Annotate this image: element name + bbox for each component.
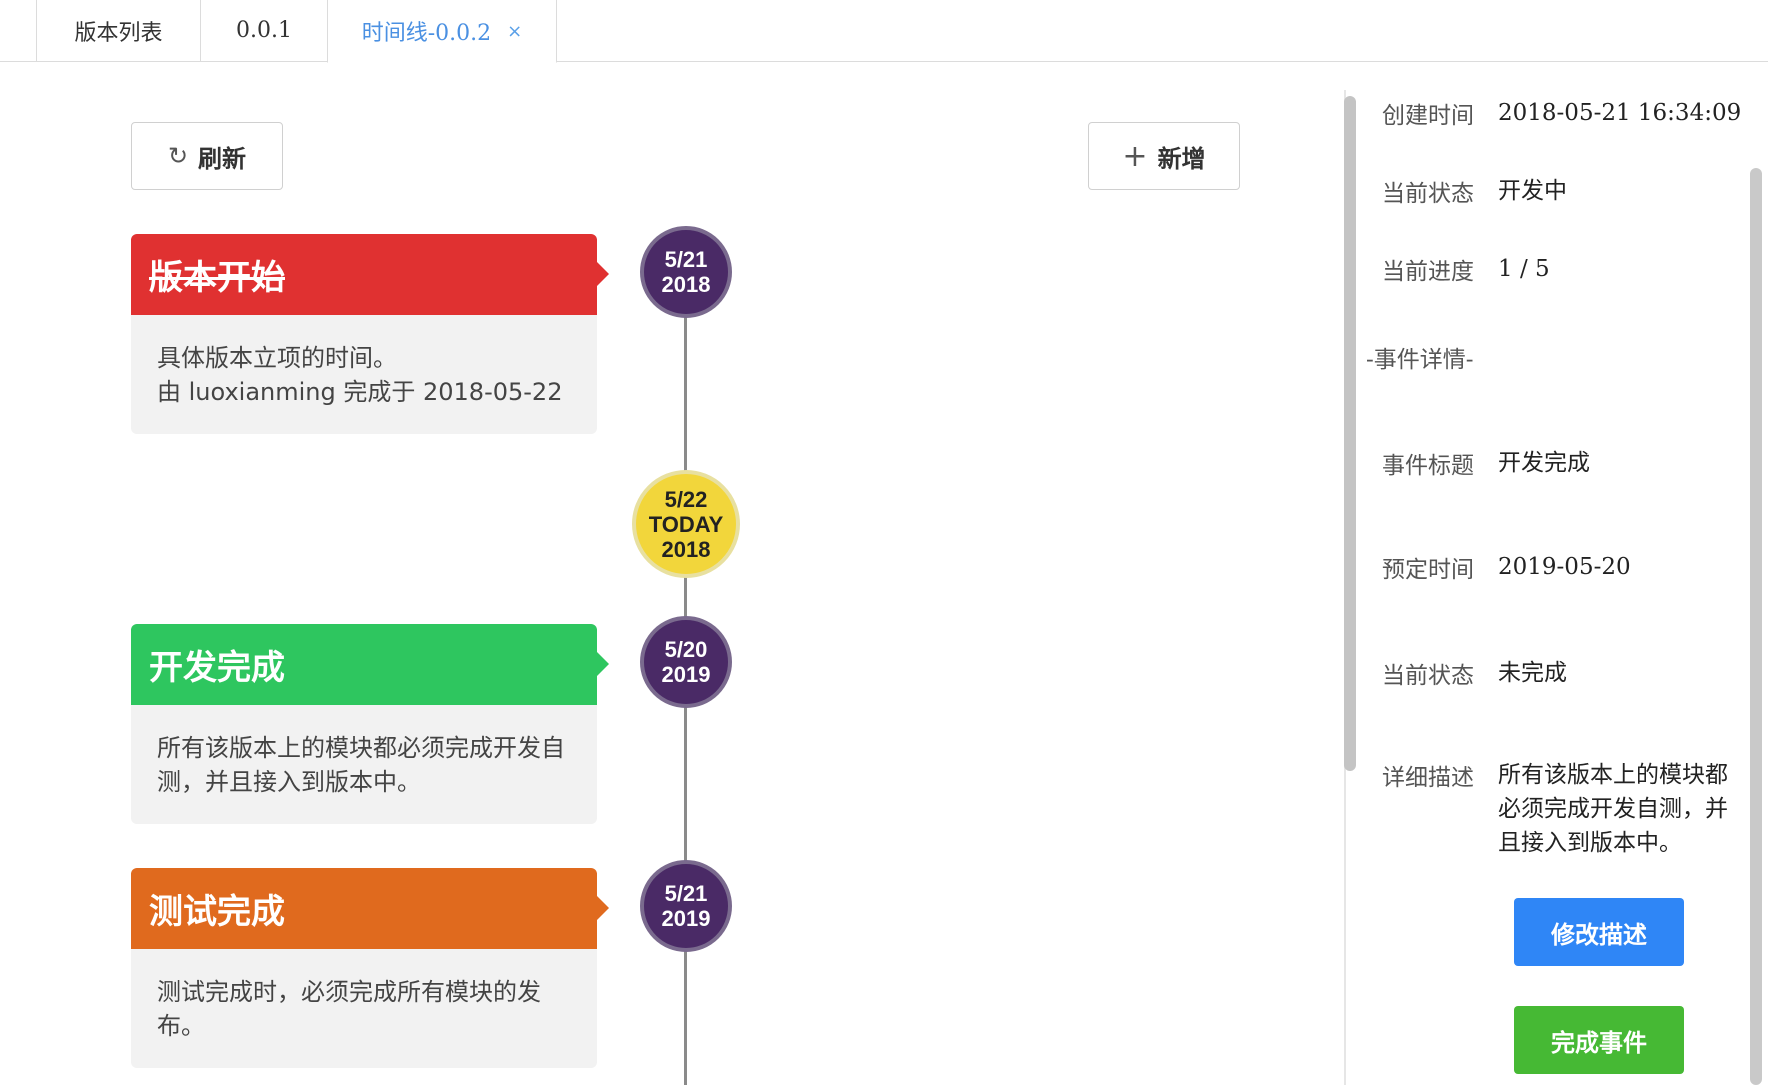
event-status-row: 当前状态 未完成 (1382, 656, 1748, 690)
event-header: 开发完成 (131, 624, 609, 705)
node-date: 5/21 (664, 247, 708, 272)
timeline-event-card[interactable]: 版本开始 具体版本立项的时间。 由 luoxianming 完成于 2018-0… (131, 234, 609, 434)
close-icon[interactable]: × (507, 21, 522, 42)
description-label: 详细描述 (1382, 765, 1474, 791)
status-label: 当前状态 (1382, 181, 1474, 207)
node-year: 2019 (661, 906, 711, 931)
today-date: 5/22 (664, 486, 708, 512)
status-row: 当前状态 开发中 (1382, 174, 1748, 208)
event-title-value: 开发完成 (1498, 450, 1590, 476)
event-description-line: 测试完成时，必须完成所有模块的发 (157, 978, 541, 1006)
tab-label: 0.0.1 (236, 18, 292, 43)
plus-icon: + (1122, 138, 1148, 174)
event-header: 版本开始 (131, 234, 609, 315)
created-time-value: 2018-05-21 16:34:09 (1498, 100, 1742, 126)
today-year: 2018 (661, 536, 711, 562)
status-value: 开发中 (1498, 178, 1567, 204)
event-description-line: 所有该版本上的模块都必须完成开发自 (157, 734, 565, 762)
tab-bar: 版本列表 0.0.1 时间线-0.0.2 × (0, 0, 1768, 63)
tab-timeline-002[interactable]: 时间线-0.0.2 × (327, 0, 557, 63)
refresh-button[interactable]: ↻ 刷新 (131, 122, 283, 190)
tab-label: 时间线-0.0.2 (361, 21, 492, 46)
created-time-row: 创建时间 2018-05-21 16:34:09 (1382, 96, 1748, 130)
tab-label: 版本列表 (74, 20, 163, 46)
timeline-date-node: 5/21 2019 (640, 860, 732, 952)
add-button[interactable]: + 新增 (1088, 122, 1240, 190)
due-date-row: 预定时间 2019-05-20 (1382, 550, 1748, 584)
node-year: 2019 (661, 662, 711, 687)
event-title: 版本开始 (149, 258, 285, 298)
add-label: 新增 (1157, 144, 1206, 173)
timeline-event-card[interactable]: 开发完成 所有该版本上的模块都必须完成开发自 测，并且接入到版本中。 (131, 624, 609, 824)
complete-event-button[interactable]: 完成事件 (1514, 1006, 1684, 1074)
event-detail-section-title: -事件详情- (1366, 347, 1474, 373)
event-description-line: 测，并且接入到版本中。 (157, 768, 421, 796)
event-description: 具体版本立项的时间。 (157, 344, 397, 372)
edit-description-button[interactable]: 修改描述 (1514, 898, 1684, 966)
event-title: 测试完成 (149, 892, 285, 932)
event-status-value: 未完成 (1498, 660, 1567, 686)
pointer-arrow-icon (597, 652, 609, 676)
event-title: 开发完成 (149, 648, 285, 688)
timeline-date-node: 5/21 2018 (640, 226, 732, 318)
node-date: 5/20 (664, 637, 708, 662)
due-date-label: 预定时间 (1382, 557, 1474, 583)
event-description-line: 布。 (157, 1012, 205, 1040)
pointer-arrow-icon (597, 896, 609, 920)
refresh-icon: ↻ (167, 142, 189, 170)
due-date-value: 2019-05-20 (1498, 554, 1631, 580)
timeline-scrollbar[interactable] (1344, 96, 1356, 771)
progress-label: 当前进度 (1382, 259, 1474, 285)
event-body: 具体版本立项的时间。 由 luoxianming 完成于 2018-05-22 (131, 315, 597, 434)
event-title-label: 事件标题 (1382, 453, 1474, 479)
event-title-row: 事件标题 开发完成 (1382, 446, 1748, 480)
description-row: 详细描述 所有该版本上的模块都必须完成开发自测，并且接入到版本中。 (1382, 758, 1748, 860)
event-body: 测试完成时，必须完成所有模块的发 布。 (131, 949, 597, 1068)
event-body: 所有该版本上的模块都必须完成开发自 测，并且接入到版本中。 (131, 705, 597, 824)
node-year: 2018 (661, 272, 711, 297)
node-date: 5/21 (664, 881, 708, 906)
progress-value: 1 / 5 (1498, 256, 1550, 282)
refresh-label: 刷新 (198, 144, 247, 173)
today-label: TODAY (648, 511, 724, 537)
timeline-date-node: 5/20 2019 (640, 616, 732, 708)
event-header: 测试完成 (131, 868, 609, 949)
tab-version-001[interactable]: 0.0.1 (200, 0, 328, 62)
description-value: 所有该版本上的模块都必须完成开发自测，并且接入到版本中。 (1498, 762, 1728, 856)
today-node: 5/22 TODAY 2018 (632, 470, 740, 578)
progress-row: 当前进度 1 / 5 (1382, 252, 1748, 286)
tab-version-list[interactable]: 版本列表 (36, 0, 201, 62)
timeline-event-card[interactable]: 测试完成 测试完成时，必须完成所有模块的发 布。 (131, 868, 609, 1068)
created-time-label: 创建时间 (1382, 103, 1474, 129)
event-completion-note: 由 luoxianming 完成于 2018-05-22 (157, 378, 563, 406)
detail-scrollbar[interactable] (1750, 168, 1762, 1085)
pointer-arrow-icon (597, 262, 609, 286)
event-status-label: 当前状态 (1382, 663, 1474, 689)
